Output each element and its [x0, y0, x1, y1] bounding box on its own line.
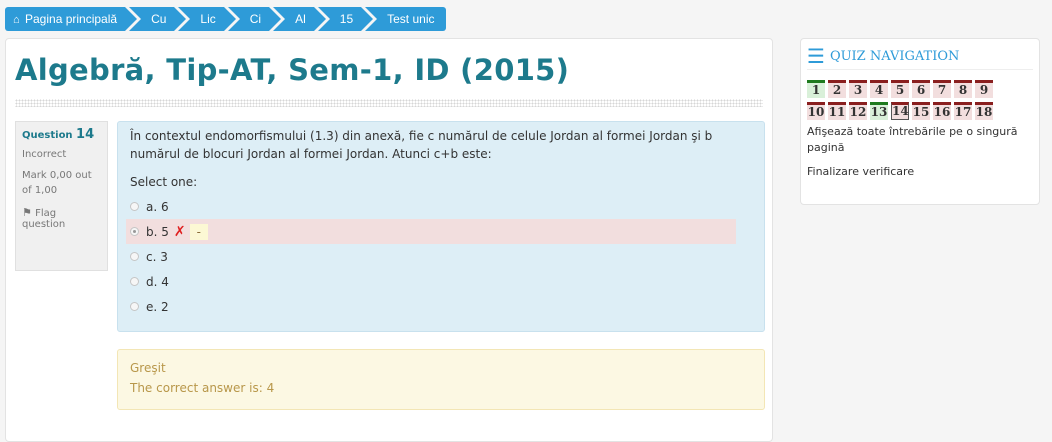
answer-option-c[interactable]: c. 3: [126, 244, 752, 269]
question-text: În contextul endomorfismului (1.3) din a…: [130, 129, 713, 161]
breadcrumb: ⌂ Pagina principală Cu Lic Ci Al 15 Test…: [5, 7, 450, 31]
question-nav-button[interactable]: 5: [891, 80, 909, 98]
question-nav-button[interactable]: 7: [933, 80, 951, 98]
answer-option-e[interactable]: e. 2: [126, 294, 752, 319]
page-title: Algebră, Tip-AT, Sem-1, ID (2015): [15, 53, 570, 87]
question-info: Question 14 Incorrect Mark 0,00 out of 1…: [15, 121, 108, 271]
answer-label: b. 5: [146, 224, 169, 239]
answer-label: c. 3: [146, 249, 168, 264]
question-nav-button[interactable]: 6: [912, 80, 930, 98]
question-nav-button[interactable]: 10: [807, 102, 825, 120]
answer-feedback-mark: -: [189, 223, 208, 240]
flag-question-button[interactable]: ⚑ Flag question: [22, 206, 101, 230]
correct-answer-text: The correct answer is: 4: [130, 381, 275, 395]
question-number: Question 14: [22, 127, 101, 142]
question-nav-button[interactable]: 15: [912, 102, 930, 120]
breadcrumb-label: Pagina principală: [25, 12, 118, 26]
question-nav-button[interactable]: 13: [870, 102, 888, 120]
feedback-status: Greşit: [130, 361, 166, 375]
menu-icon[interactable]: ☰: [807, 46, 825, 66]
answer-option-b[interactable]: b. 5 ✗ -: [126, 219, 736, 244]
answer-radio[interactable]: [130, 302, 139, 311]
question-nav-button[interactable]: 2: [828, 80, 846, 98]
answer-option-a[interactable]: a. 6: [126, 194, 752, 219]
question-nav-button[interactable]: 18: [975, 102, 993, 120]
question-nav-button[interactable]: 3: [849, 80, 867, 98]
breadcrumb-label: 15: [339, 12, 354, 26]
question-nav-button[interactable]: 16: [933, 102, 951, 120]
question-number-value: 14: [76, 127, 95, 142]
question-nav-button[interactable]: 9: [975, 80, 993, 98]
title-divider: [15, 99, 763, 107]
question-nav-button[interactable]: 11: [828, 102, 846, 120]
flag-icon: ⚑: [22, 206, 32, 219]
breadcrumb-label: Al: [295, 12, 306, 26]
answer-label: d. 4: [146, 274, 169, 289]
breadcrumb-label: Lic: [200, 12, 216, 26]
answer-radio[interactable]: [130, 252, 139, 261]
home-icon: ⌂: [13, 14, 20, 26]
answer-label: e. 2: [146, 299, 169, 314]
question-nav-button[interactable]: 4: [870, 80, 888, 98]
question-nav-button[interactable]: 14: [891, 102, 909, 120]
question-nav-button[interactable]: 1: [807, 80, 825, 98]
question-nav-button[interactable]: 8: [954, 80, 972, 98]
answer-radio[interactable]: [130, 202, 139, 211]
main-panel: Algebră, Tip-AT, Sem-1, ID (2015) Questi…: [5, 38, 773, 442]
answer-radio[interactable]: [130, 277, 139, 286]
question-button-grid: 1 2 3 4 5 6 7 8 9 10 11 12 13 14 15 16 1…: [807, 80, 1033, 120]
question-state: Incorrect: [22, 149, 67, 160]
answer-list: a. 6 b. 5 ✗ - c. 3 d. 4 e. 2: [126, 194, 752, 319]
show-all-questions-link[interactable]: Afişează toate întrebările pe o singură …: [807, 124, 1033, 156]
answer-radio[interactable]: [130, 227, 139, 236]
breadcrumb-label: Ci: [249, 12, 262, 26]
quiz-navigation-title: QUIZ NAVIGATION: [829, 48, 960, 64]
question-nav-button[interactable]: 12: [849, 102, 867, 120]
question-nav-button[interactable]: 17: [954, 102, 972, 120]
question-button-row: 1 2 3 4 5 6 7 8 9: [807, 80, 1033, 98]
breadcrumb-label: Test unic: [387, 12, 435, 26]
finish-attempt-link[interactable]: Finalizare verificare: [807, 164, 1033, 180]
breadcrumb-item-current[interactable]: Test unic: [365, 7, 447, 31]
question-content: În contextul endomorfismului (1.3) din a…: [117, 121, 765, 332]
question-button-row: 10 11 12 13 14 15 16 17 18: [807, 102, 1033, 120]
quiz-navigation: ☰ QUIZ NAVIGATION 1 2 3 4 5 6 7 8 9 10 1…: [800, 38, 1040, 205]
question-label: Question: [22, 130, 73, 141]
quiz-navigation-header: ☰ QUIZ NAVIGATION: [807, 46, 1033, 70]
answer-option-d[interactable]: d. 4: [126, 269, 752, 294]
breadcrumb-item-home[interactable]: ⌂ Pagina principală: [5, 7, 138, 31]
answer-prompt: Select one:: [130, 175, 198, 189]
question-grade: Mark 0,00 out of 1,00: [22, 170, 92, 196]
answer-label: a. 6: [146, 199, 169, 214]
incorrect-icon: ✗: [173, 223, 186, 240]
breadcrumb-label: Cu: [151, 12, 167, 26]
feedback-box: Greşit The correct answer is: 4: [117, 349, 765, 410]
